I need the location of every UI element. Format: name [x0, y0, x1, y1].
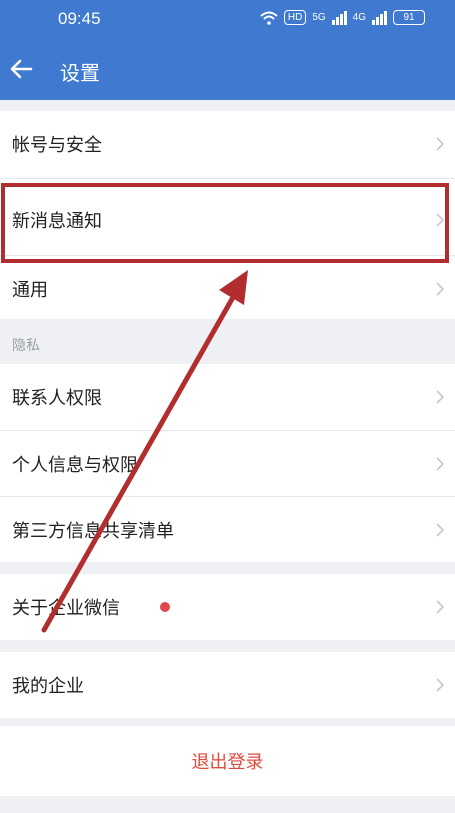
annotation-arrow-icon	[41, 270, 248, 633]
